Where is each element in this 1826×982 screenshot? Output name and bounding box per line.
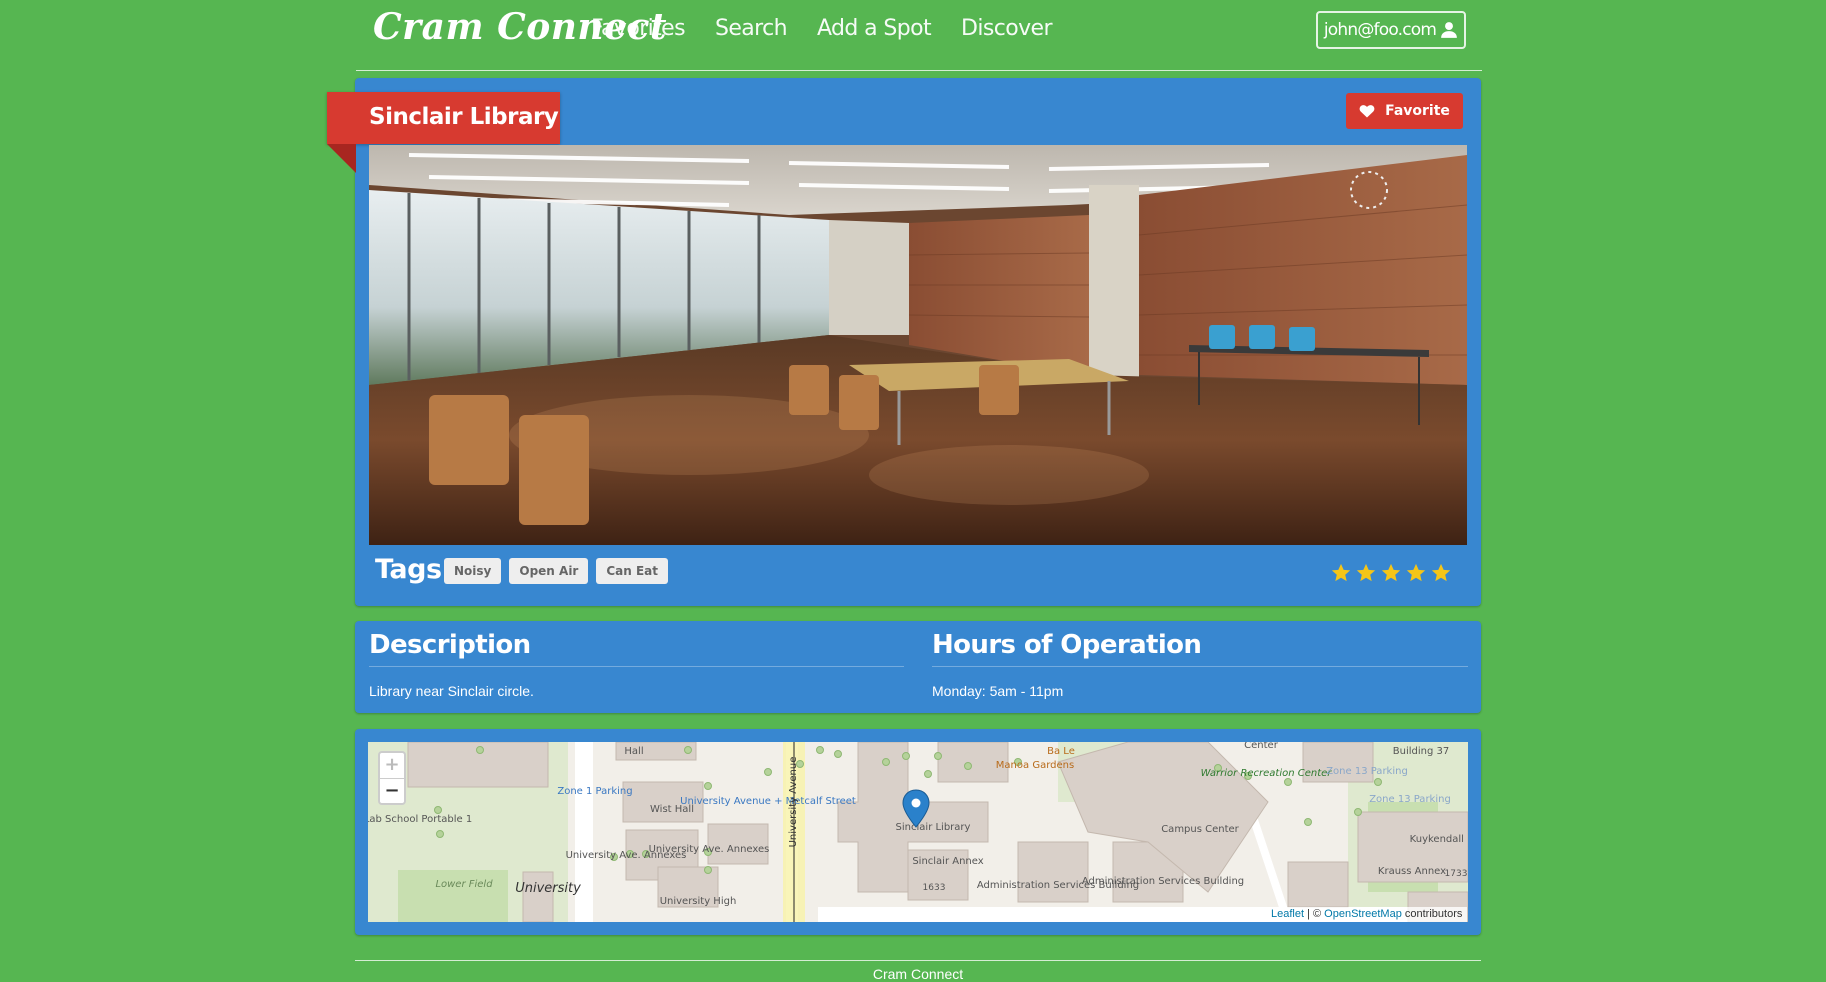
map-label: Ba Le	[1047, 746, 1075, 757]
spot-title: Sinclair Library	[369, 104, 559, 130]
nav-link-favorites[interactable]: Favorites	[591, 16, 686, 41]
map-label: Warrior Recreation Center	[1201, 768, 1333, 779]
map-label: Zone 13 Parking	[1369, 794, 1451, 805]
map-label: Sinclair Annex	[912, 856, 983, 867]
description-text: Library near Sinclair circle.	[369, 683, 534, 699]
star-icon[interactable]	[1355, 562, 1377, 584]
description-divider	[369, 666, 904, 667]
footer-divider	[355, 960, 1481, 961]
osm-link[interactable]: OpenStreetMap	[1324, 908, 1402, 920]
map-label: Hall	[624, 746, 643, 757]
tag-open-air[interactable]: Open Air	[509, 558, 589, 584]
spot-photo	[369, 145, 1467, 545]
map-label: 1633	[923, 883, 946, 893]
map-label: Krauss Annex	[1378, 866, 1446, 877]
star-icon[interactable]	[1380, 562, 1402, 584]
attribution-separator: | ©	[1304, 908, 1325, 920]
nav-link-search[interactable]: Search	[715, 16, 788, 41]
rating-stars[interactable]	[1330, 562, 1452, 584]
favorite-label: Favorite	[1385, 103, 1450, 119]
hours-title: Hours of Operation	[932, 630, 1202, 660]
hours-divider	[932, 666, 1468, 667]
map-label: Sinclair Library	[896, 822, 971, 833]
map-label: Manoa Gardens	[996, 760, 1074, 771]
favorite-button[interactable]: Favorite	[1346, 93, 1463, 129]
hours-text: Monday: 5am - 11pm	[932, 683, 1064, 699]
footer-text: Cram Connect	[872, 966, 964, 982]
zoom-in-button[interactable]: +	[380, 753, 404, 779]
star-icon[interactable]	[1405, 562, 1427, 584]
attribution-suffix: contributors	[1401, 908, 1463, 920]
map-label: University High	[660, 896, 737, 907]
spot-title-ribbon: Sinclair Library	[327, 92, 560, 144]
star-icon[interactable]	[1430, 562, 1452, 584]
map-zoom-control: + −	[378, 751, 406, 805]
user-icon	[1441, 22, 1458, 38]
map-label: Center	[1244, 742, 1279, 751]
tag-can-eat[interactable]: Can Eat	[596, 558, 668, 584]
navbar: Cram Connect Favorites Search Add a Spot…	[356, 0, 1482, 71]
map-label: Building 37	[1393, 746, 1449, 757]
map-view[interactable]: Hall Zone 1 Parking Wist Hall Lab School…	[368, 742, 1468, 922]
map-label: Campus Center	[1161, 824, 1239, 835]
tags-label: Tags:	[375, 554, 452, 585]
nav-link-discover[interactable]: Discover	[961, 16, 1052, 41]
map-label: University Avenue + Metcalf Street	[680, 796, 856, 807]
zoom-out-button[interactable]: −	[380, 779, 404, 804]
tag-list: Noisy Open Air Can Eat	[444, 558, 668, 584]
description-title: Description	[369, 630, 531, 660]
heart-icon	[1359, 105, 1375, 118]
map-label: Lab School Portable 1	[368, 814, 472, 825]
ribbon-fold	[327, 144, 356, 173]
map-label: Administration Services Building	[1082, 876, 1244, 887]
map-label: University Ave. Annexes	[649, 844, 770, 855]
user-menu-button[interactable]: john@foo.com	[1316, 11, 1466, 49]
map-label: Zone 1 Parking	[557, 786, 632, 797]
map-label: University	[515, 881, 581, 896]
nav-links: Favorites Search Add a Spot Discover	[591, 16, 1053, 41]
map-attribution: Leaflet | © OpenStreetMap contributors	[1266, 907, 1468, 922]
star-icon[interactable]	[1330, 562, 1352, 584]
map-label: University Avenue	[788, 757, 799, 848]
map-label: Lower Field	[435, 879, 493, 890]
leaflet-link[interactable]: Leaflet	[1271, 908, 1304, 920]
map-label: 1733	[1445, 869, 1468, 879]
user-email: john@foo.com	[1323, 20, 1437, 40]
map-label: Kuykendall Hall	[1410, 834, 1468, 845]
nav-link-add-spot[interactable]: Add a Spot	[817, 16, 932, 41]
map-label: Zone 13 Parking	[1326, 766, 1408, 777]
tag-noisy[interactable]: Noisy	[444, 558, 502, 584]
